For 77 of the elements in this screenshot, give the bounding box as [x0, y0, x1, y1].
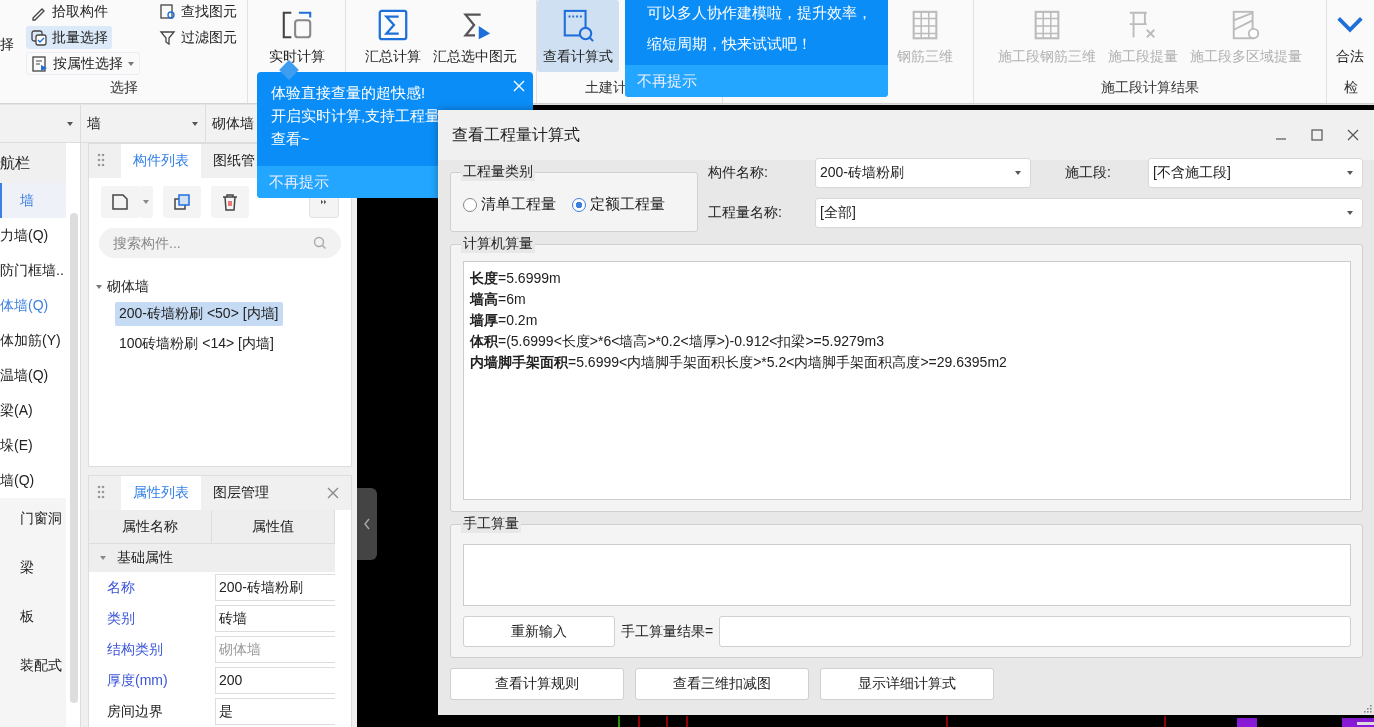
- property-name: 结构类别: [106, 640, 164, 659]
- ribbon-button[interactable]: 汇总计算: [359, 0, 427, 72]
- tool-button[interactable]: 过滤图元: [155, 26, 241, 49]
- property-value[interactable]: 200-砖墙粉刷: [215, 574, 335, 601]
- tool-button[interactable]: 查找图元: [155, 0, 241, 23]
- group-label: 计算机算量: [461, 235, 535, 253]
- window-title: 查看工程量计算式: [452, 124, 580, 145]
- tooltip-text: 开启实时计算,支持工程量: [271, 107, 441, 126]
- property-value[interactable]: 砖墙: [215, 605, 335, 632]
- property-name: 房间边界: [106, 702, 164, 721]
- property-name: 类别: [106, 609, 136, 628]
- panel-tab[interactable]: 图层管理: [201, 476, 281, 510]
- nav-item[interactable]: 墙: [0, 183, 66, 218]
- nav-category[interactable]: 梁: [0, 559, 66, 577]
- tooltip-text: 查看~: [271, 130, 310, 149]
- group-label: 手工算量: [461, 515, 521, 533]
- radio-option[interactable]: 清单工程量: [463, 195, 556, 214]
- nav-item[interactable]: 体加筋(Y): [0, 323, 66, 358]
- nav-item[interactable]: 梁(A): [0, 393, 66, 428]
- group-label: 工程量类别: [461, 163, 535, 181]
- nav-item[interactable]: 力墙(Q): [0, 218, 66, 253]
- panel-tab[interactable]: 构件列表: [121, 144, 201, 178]
- column-header: 属性名称: [89, 510, 212, 543]
- filter-dropdown[interactable]: 墙: [81, 105, 206, 142]
- ribbon-button[interactable]: 实时计算: [262, 0, 331, 72]
- field-label: 工程量名称:: [708, 204, 783, 222]
- formula-line: 长度=5.6999m: [470, 269, 562, 288]
- nav-item[interactable]: 体墙(Q): [0, 288, 66, 323]
- property-value[interactable]: 200: [215, 667, 335, 694]
- formula-text-area[interactable]: 长度=5.6999m 墙高=6m 墙厚=0.2m 体积=(5.6999<长度>*6<墙高>*0.2<墙厚>)-0.912<扣梁>=5.9279m3 内墙脚手架面积=5.6999<内墙脚手架面积长度>*5.2<内墙脚手架面积高度>=29.6395m2: [463, 261, 1351, 500]
- group-label: 选择: [109, 79, 138, 97]
- reenter-button[interactable]: 重新输入: [463, 616, 615, 647]
- group-label: 土建计: [585, 79, 627, 97]
- tool-button[interactable]: 按属性选择: [26, 52, 140, 75]
- dialog-button[interactable]: 查看三维扣减图: [635, 668, 809, 700]
- nav-item[interactable]: 垛(E): [0, 428, 66, 463]
- formula-line: 内墙脚手架面积=5.6999<内墙脚手架面积长度>*5.2<内墙脚手架面积高度>=29.6395m2: [470, 353, 1008, 372]
- panel-tab[interactable]: 属性列表: [121, 476, 201, 510]
- dialog-button[interactable]: 查看计算规则: [450, 668, 624, 700]
- nav-header: 航栏: [0, 143, 66, 183]
- nav-category[interactable]: 门窗洞: [0, 510, 66, 528]
- dialog-button[interactable]: 显示详细计算式: [820, 668, 994, 700]
- formula-line: 墙高=6m: [470, 290, 527, 309]
- search-field[interactable]: 搜索构件...: [99, 228, 341, 258]
- group-label: 检: [1343, 79, 1358, 97]
- dropdown-field[interactable]: 200-砖墙粉刷: [815, 158, 1031, 188]
- tooltip-text: 体验直接查量的超快感!: [271, 84, 426, 103]
- ribbon-button[interactable]: 查看计算式: [537, 0, 619, 72]
- nav-item[interactable]: 墙(Q): [0, 463, 66, 498]
- tool-button[interactable]: 批量选择: [26, 26, 112, 49]
- field-label: 构件名称:: [708, 164, 769, 182]
- tree-item[interactable]: 200-砖墙粉刷 <50> [内墙]: [115, 302, 283, 326]
- property-name: 厚度(mm): [106, 671, 169, 690]
- ribbon-label[interactable]: 择: [0, 36, 14, 54]
- ribbon-button[interactable]: 合法: [1327, 0, 1373, 72]
- radio-option[interactable]: 定额工程量: [572, 195, 665, 214]
- column-header: 属性值: [212, 510, 335, 543]
- tree-node[interactable]: 砌体墙: [95, 278, 345, 296]
- dropdown-field[interactable]: [不含施工段]: [1148, 158, 1363, 188]
- field-label: 手工算量结果=: [621, 622, 714, 641]
- formula-line: 墙厚=0.2m: [470, 311, 539, 330]
- tree-item[interactable]: 100砖墙粉刷 <14> [内墙]: [115, 332, 278, 356]
- nav-category[interactable]: 板: [0, 608, 66, 626]
- ribbon-button[interactable]: 汇总选中图元: [427, 0, 523, 72]
- tooltip-text: 可以多人协作建模啦，提升效率，: [647, 4, 872, 23]
- nav-item[interactable]: 防门框墙..: [0, 253, 66, 288]
- property-name: 名称: [106, 578, 136, 597]
- property-group[interactable]: 基础属性: [89, 544, 335, 572]
- tooltip-text: 缩短周期，快来试试吧！: [647, 35, 812, 54]
- nav-category[interactable]: 装配式: [0, 657, 66, 675]
- tool-button[interactable]: 拾取构件: [26, 0, 112, 23]
- dropdown-field[interactable]: [全部]: [815, 198, 1363, 228]
- property-value[interactable]: 是: [215, 698, 335, 725]
- formula-line: 体积=(5.6999<长度>*6<墙高>*0.2<墙厚>)-0.912<扣梁>=5.9279m3: [470, 332, 885, 351]
- nav-item[interactable]: 温墙(Q): [0, 358, 66, 393]
- field-label: 施工段:: [1064, 164, 1112, 182]
- group-label: 施工段计算结果: [1101, 79, 1199, 97]
